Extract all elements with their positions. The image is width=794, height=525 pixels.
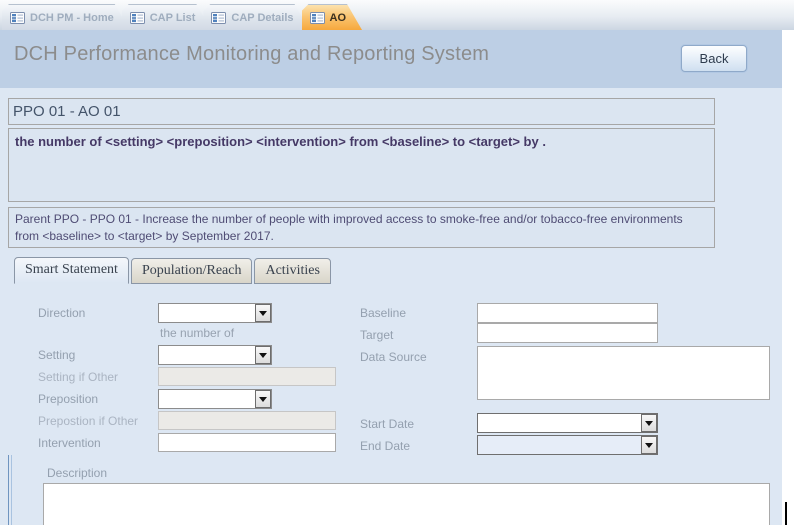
form-icon <box>211 12 226 24</box>
setting-if-other-field <box>158 367 336 386</box>
form-icon <box>130 12 145 24</box>
target-label: Target <box>360 328 393 342</box>
text-cursor-artifact <box>785 502 787 525</box>
record-selector-edge <box>8 455 12 525</box>
window-tab-ao[interactable]: AO <box>302 4 363 30</box>
chevron-down-icon <box>259 311 267 316</box>
setting-if-other-label: Setting if Other <box>38 370 118 384</box>
object-tab-bar: DCH PM - Home CAP List CAP Details AO <box>0 0 794 30</box>
end-date-dropdown-button[interactable] <box>641 436 657 454</box>
window-tab-label: CAP Details <box>231 12 293 24</box>
window-tab-label: CAP List <box>150 12 196 24</box>
chevron-down-icon <box>259 397 267 402</box>
end-date-label: End Date <box>360 439 410 453</box>
setting-dropdown-button[interactable] <box>255 346 271 364</box>
direction-label: Direction <box>38 306 85 320</box>
end-date-combobox[interactable] <box>477 435 658 455</box>
baseline-field[interactable] <box>477 303 658 323</box>
start-date-label: Start Date <box>360 417 414 431</box>
record-id-box: PPO 01 - AO 01 <box>8 98 715 125</box>
setting-combobox[interactable] <box>158 345 272 365</box>
start-date-combobox[interactable] <box>477 413 658 433</box>
detail-tab-strip: Smart Statement Population/Reach Activit… <box>14 258 333 284</box>
data-source-field[interactable] <box>477 346 770 400</box>
setting-label: Setting <box>38 348 75 362</box>
form-icon <box>10 12 25 24</box>
preposition-value <box>159 390 255 408</box>
tab-activities[interactable]: Activities <box>254 258 330 284</box>
window-tab-label: DCH PM - Home <box>30 12 114 24</box>
end-date-value <box>478 436 641 454</box>
start-date-dropdown-button[interactable] <box>641 414 657 432</box>
data-source-label: Data Source <box>360 350 427 364</box>
page-title: DCH Performance Monitoring and Reporting… <box>14 43 489 66</box>
form-icon <box>310 12 325 24</box>
baseline-label: Baseline <box>360 306 406 320</box>
direction-combobox[interactable] <box>158 303 272 323</box>
intervention-field[interactable] <box>158 433 336 452</box>
prepostion-if-other-field <box>158 411 336 430</box>
window-right-margin <box>782 30 794 525</box>
chevron-down-icon <box>645 443 653 448</box>
form-window: DCH Performance Monitoring and Reporting… <box>0 30 782 525</box>
window-tab-cap-list[interactable]: CAP List <box>122 4 212 30</box>
form-header: DCH Performance Monitoring and Reporting… <box>0 30 782 88</box>
window-tab-label: AO <box>330 12 347 24</box>
setting-value <box>159 346 255 364</box>
app-screen: DCH PM - Home CAP List CAP Details AO DC… <box>0 0 794 525</box>
prepostion-if-other-label: Prepostion if Other <box>38 414 138 428</box>
description-label: Description <box>47 466 107 480</box>
preposition-combobox[interactable] <box>158 389 272 409</box>
smart-statement-box: the number of <setting> <preposition> <i… <box>8 128 715 202</box>
tab-smart-statement[interactable]: Smart Statement <box>14 257 129 284</box>
start-date-value <box>478 414 641 432</box>
tab-population-reach[interactable]: Population/Reach <box>131 258 253 284</box>
chevron-down-icon <box>645 421 653 426</box>
preposition-label: Preposition <box>38 392 98 406</box>
back-button[interactable]: Back <box>681 45 747 72</box>
parent-ppo-box: Parent PPO - PPO 01 - Increase the numbe… <box>8 207 715 248</box>
preposition-dropdown-button[interactable] <box>255 390 271 408</box>
direction-value <box>159 304 255 322</box>
intervention-label: Intervention <box>38 436 101 450</box>
window-tab-dch-pm-home[interactable]: DCH PM - Home <box>2 4 130 30</box>
direction-static-text: the number of <box>160 326 234 340</box>
direction-dropdown-button[interactable] <box>255 304 271 322</box>
target-field[interactable] <box>477 323 658 343</box>
window-tab-cap-details[interactable]: CAP Details <box>203 4 309 30</box>
description-field[interactable] <box>43 483 770 525</box>
chevron-down-icon <box>259 353 267 358</box>
